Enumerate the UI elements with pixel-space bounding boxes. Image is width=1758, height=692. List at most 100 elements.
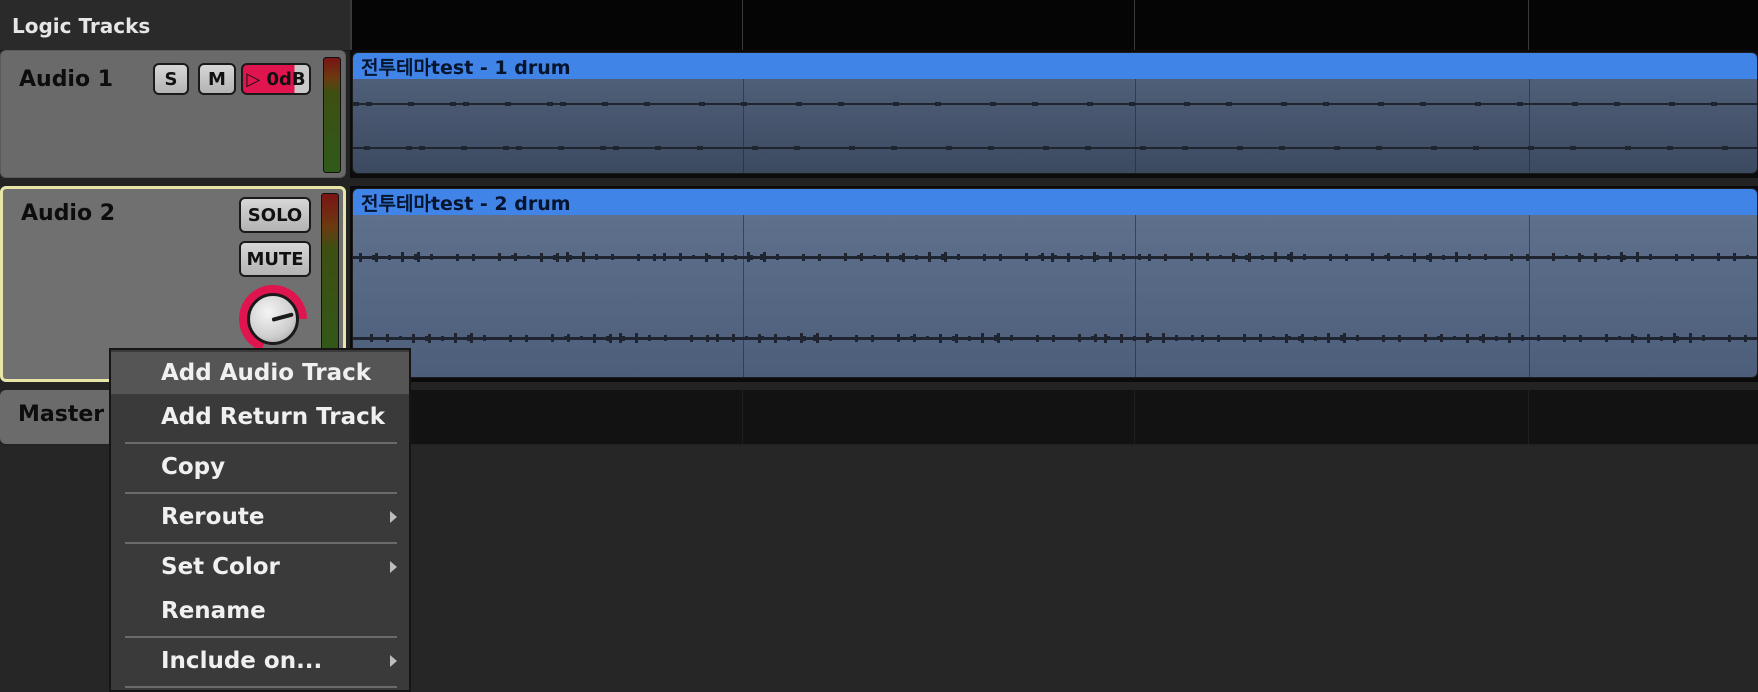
waveform-peak <box>990 102 996 106</box>
mute-button[interactable]: MUTE <box>239 241 311 277</box>
menu-item-rename[interactable]: Rename <box>111 590 409 632</box>
waveform-peak <box>503 146 509 150</box>
menu-item-reroute[interactable]: Reroute <box>111 496 409 538</box>
waveform <box>353 215 1757 377</box>
solo-button[interactable]: S <box>153 63 189 95</box>
waveform-peak <box>1182 146 1188 150</box>
chevron-right-icon <box>390 511 397 523</box>
waveform-peak <box>1453 336 1456 340</box>
track-name[interactable]: Master <box>18 402 104 427</box>
waveform-peak <box>556 252 559 262</box>
volume-knob[interactable] <box>239 285 307 353</box>
track-header-audio-1[interactable]: Audio 1 S M ▷ 0dB <box>0 50 346 178</box>
waveform-peak <box>1104 333 1107 343</box>
waveform-peak <box>1484 254 1487 260</box>
waveform-peak <box>1563 334 1566 342</box>
audio-clip[interactable]: 전투테마test - 1 drum <box>352 52 1758 174</box>
waveform-peak <box>606 335 609 341</box>
waveform-peak <box>1676 335 1679 341</box>
waveform-peak <box>716 334 719 342</box>
solo-button[interactable]: SOLO <box>239 197 311 233</box>
waveform-peak <box>899 254 902 260</box>
waveform-peak <box>1376 146 1382 150</box>
waveform-peak <box>794 146 800 150</box>
waveform-peak <box>564 336 567 340</box>
menu-item-add-audio-track[interactable]: Add Audio Track <box>111 352 409 394</box>
waveform-peak <box>1085 146 1091 150</box>
waveform-peak <box>1235 255 1238 259</box>
waveform-peak <box>897 334 900 342</box>
waveform-peak <box>816 333 819 343</box>
waveform-peak <box>1323 102 1329 106</box>
waveform-peak <box>496 337 499 339</box>
waveform-peak <box>997 333 1000 343</box>
waveform-peak <box>1078 334 1081 342</box>
waveform-peak <box>763 252 766 262</box>
waveform-peak <box>1140 146 1146 150</box>
timeline-ruler[interactable] <box>350 0 1758 50</box>
waveform-peak <box>1620 252 1623 262</box>
waveform-peak <box>1120 333 1123 343</box>
waveform-peak <box>525 334 528 342</box>
waveform-peak <box>747 252 750 262</box>
waveform-peak <box>635 333 638 343</box>
track-name[interactable]: Audio 1 <box>19 67 113 92</box>
waveform-peak <box>1226 102 1232 106</box>
menu-item-set-color[interactable]: Set Color <box>111 546 409 588</box>
waveform-peak <box>1217 334 1220 342</box>
waveform-peak <box>1109 252 1112 262</box>
menu-separator <box>125 686 397 688</box>
waveform-peak <box>1429 252 1432 262</box>
waveform-peak <box>1482 333 1485 343</box>
gain-button[interactable]: ▷ 0dB <box>241 63 311 95</box>
waveform-peak <box>353 102 359 106</box>
track-lane-master[interactable] <box>350 390 1758 444</box>
waveform-peak <box>745 336 748 340</box>
waveform-channel-left <box>353 252 1757 262</box>
waveform-peak <box>1702 335 1705 341</box>
menu-item-copy[interactable]: Copy <box>111 446 409 488</box>
waveform-peak <box>802 253 805 261</box>
waveform-peak <box>968 335 971 341</box>
waveform-peak <box>813 335 816 341</box>
waveform-peak <box>522 336 525 340</box>
waveform-peak <box>1647 333 1650 343</box>
waveform-peak <box>941 254 944 260</box>
waveform-peak <box>884 336 887 340</box>
track-lane-audio-2[interactable]: 전투테마test - 2 drum <box>350 186 1758 382</box>
waveform-peak <box>1332 256 1335 258</box>
waveform-peak <box>1594 252 1597 262</box>
waveform-peak <box>514 253 517 261</box>
waveform-peak <box>1510 253 1513 261</box>
waveform-peak <box>401 252 404 262</box>
track-lane-audio-1[interactable]: 전투테마test - 1 drum <box>350 50 1758 178</box>
waveform-peak <box>1578 252 1581 262</box>
waveform-peak <box>1678 256 1681 258</box>
waveform-peak <box>644 102 650 106</box>
grid-line <box>1529 215 1530 377</box>
waveform-peak <box>1243 334 1246 342</box>
audio-clip[interactable]: 전투테마test - 2 drum <box>352 188 1758 378</box>
waveform-peak <box>470 333 473 343</box>
waveform-peak <box>1479 335 1482 341</box>
menu-item-add-return-track[interactable]: Add Return Track <box>111 396 409 438</box>
waveform-peak <box>1146 333 1149 343</box>
grid-line <box>743 215 744 377</box>
waveform-peak <box>388 254 391 260</box>
waveform-peak <box>608 256 611 258</box>
waveform-peak <box>944 252 947 262</box>
waveform-peak <box>886 252 889 262</box>
waveform-peak <box>1528 146 1534 150</box>
waveform-peak <box>663 253 666 261</box>
waveform-peak <box>1565 255 1568 259</box>
mute-button[interactable]: M <box>198 63 236 95</box>
waveform-peak <box>551 334 554 342</box>
waveform-peak <box>849 146 855 150</box>
waveform-peak <box>366 102 372 106</box>
waveform-peak <box>1539 255 1542 259</box>
waveform-peak <box>661 337 664 339</box>
menu-item-include-on[interactable]: Include on... <box>111 640 409 682</box>
track-name[interactable]: Audio 2 <box>21 201 115 226</box>
menu-separator <box>125 492 397 494</box>
grid-line <box>1529 79 1530 173</box>
